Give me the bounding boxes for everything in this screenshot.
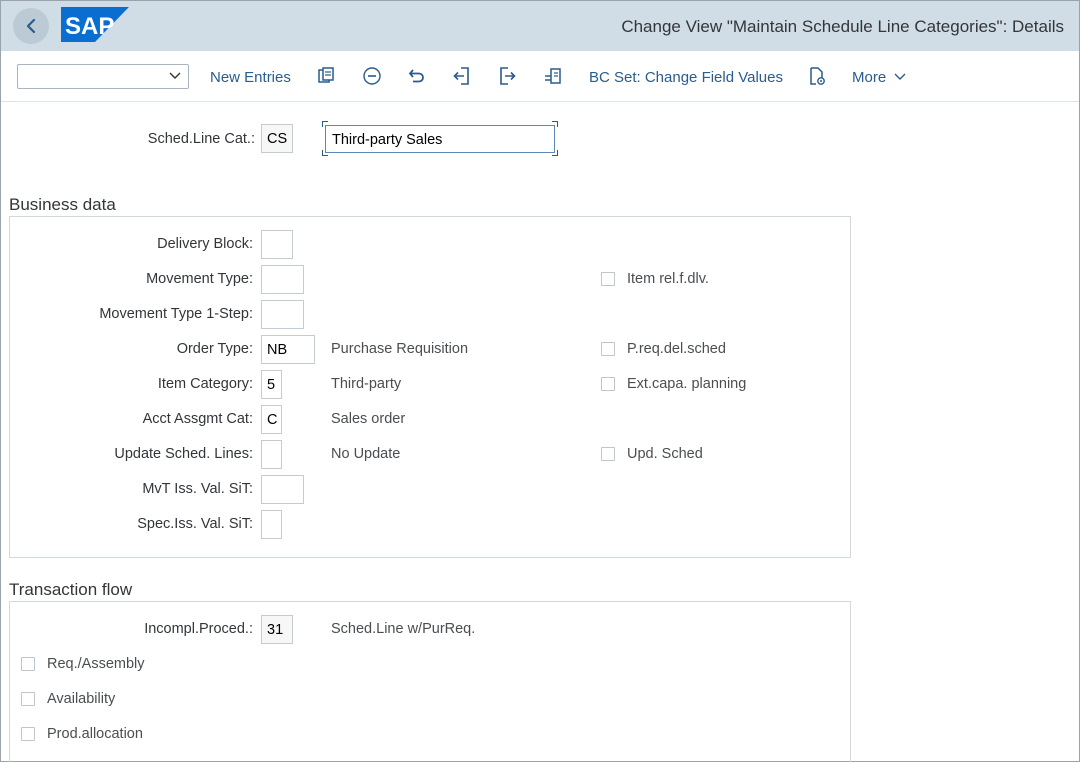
- availability-label: Availability: [47, 691, 116, 707]
- focus-corner: [552, 121, 558, 127]
- select-all-icon: [545, 68, 561, 84]
- back-icon: [26, 18, 36, 34]
- item-rel-dlv-label: Item rel.f.dlv.: [627, 271, 709, 287]
- req-assembly-checkbox[interactable]: [21, 657, 35, 671]
- order-type-field[interactable]: NB: [261, 335, 315, 364]
- acct-assgmt-cat-desc: Sales order: [331, 411, 406, 427]
- page-title: Change View "Maintain Schedule Line Cate…: [621, 17, 1064, 36]
- spec-iss-val-label: Spec.Iss. Val. SiT:: [137, 516, 253, 532]
- item-category-field[interactable]: 5: [261, 370, 282, 399]
- business-data-title: Business data: [9, 195, 116, 214]
- movement-type-1step-field[interactable]: [261, 300, 304, 329]
- availability-checkbox[interactable]: [21, 692, 35, 706]
- incompl-proced-desc: Sched.Line w/PurReq.: [331, 621, 476, 637]
- movement-type-field[interactable]: [261, 265, 304, 294]
- back-button[interactable]: [13, 8, 49, 44]
- new-entries-button[interactable]: New Entries: [210, 69, 291, 86]
- more-label: More: [852, 69, 887, 86]
- prod-allocation-checkbox[interactable]: [21, 727, 35, 741]
- preq-del-sched-checkbox[interactable]: [601, 342, 615, 356]
- delivery-block-label: Delivery Block:: [157, 236, 253, 252]
- preq-del-sched-label: P.req.del.sched: [627, 341, 726, 357]
- acct-assgmt-cat-label: Acct Assgmt Cat:: [142, 411, 253, 427]
- order-type-desc: Purchase Requisition: [331, 341, 469, 357]
- shell-header: SAP Change View "Maintain Schedule Line …: [1, 1, 1079, 51]
- next-entry-icon: [500, 67, 516, 85]
- spec-iss-val-field[interactable]: [261, 510, 282, 539]
- sched-line-cat-desc-input[interactable]: Third-party Sales: [325, 125, 555, 153]
- focus-corner: [322, 121, 328, 127]
- item-category-label: Item Category:: [157, 376, 253, 392]
- mvt-iss-val-field[interactable]: [261, 475, 304, 504]
- next-entry-button[interactable]: [496, 65, 518, 87]
- movement-type-label: Movement Type:: [146, 271, 253, 287]
- details-icon: [318, 67, 334, 83]
- select-all-button[interactable]: [542, 65, 564, 87]
- movement-type-1step-label: Movement Type 1-Step:: [99, 306, 253, 322]
- update-sched-lines-label: Update Sched. Lines:: [114, 446, 253, 462]
- sap-logo: SAP: [61, 7, 129, 42]
- item-rel-dlv-checkbox[interactable]: [601, 272, 615, 286]
- focus-corner: [322, 150, 328, 156]
- sched-line-cat-label: Sched.Line Cat.:: [147, 131, 255, 147]
- delete-icon: [363, 67, 381, 85]
- focus-corner: [552, 150, 558, 156]
- previous-entry-icon: [453, 67, 469, 85]
- update-sched-lines-field[interactable]: [261, 440, 282, 469]
- update-sched-lines-desc: No Update: [331, 446, 401, 462]
- details-button[interactable]: [315, 65, 337, 87]
- mvt-iss-val-label: MvT Iss. Val. SiT:: [142, 481, 253, 497]
- item-category-desc: Third-party: [331, 376, 402, 392]
- prod-allocation-label: Prod.allocation: [47, 726, 143, 742]
- upd-sched-checkbox[interactable]: [601, 447, 615, 461]
- action-select[interactable]: [17, 64, 189, 89]
- more-menu[interactable]: More: [852, 69, 907, 86]
- delete-button[interactable]: [361, 65, 383, 87]
- bc-set-display-button[interactable]: [806, 65, 828, 87]
- ext-capa-planning-checkbox[interactable]: [601, 377, 615, 391]
- sched-line-cat-field[interactable]: CS: [261, 124, 293, 153]
- chevron-down-icon: [894, 73, 906, 80]
- bc-set-icon: [810, 67, 825, 85]
- toolbar: New Entries BC Set: Change Field Values …: [1, 52, 1079, 102]
- undo-icon: [408, 69, 424, 83]
- previous-entry-button[interactable]: [451, 65, 473, 87]
- svg-text:SAP: SAP: [65, 13, 114, 40]
- chevron-down-icon: [169, 72, 181, 79]
- acct-assgmt-cat-field[interactable]: C: [261, 405, 282, 434]
- undo-button[interactable]: [406, 65, 428, 87]
- bc-set-button[interactable]: BC Set: Change Field Values: [589, 69, 783, 86]
- incompl-proced-label: Incompl.Proced.:: [144, 621, 253, 637]
- ext-capa-planning-label: Ext.capa. planning: [627, 376, 747, 392]
- transaction-flow-title: Transaction flow: [9, 580, 133, 599]
- upd-sched-label: Upd. Sched: [627, 446, 703, 462]
- req-assembly-label: Req./Assembly: [47, 656, 145, 672]
- incompl-proced-field[interactable]: 31: [261, 615, 293, 644]
- order-type-label: Order Type:: [176, 341, 253, 357]
- delivery-block-field[interactable]: [261, 230, 293, 259]
